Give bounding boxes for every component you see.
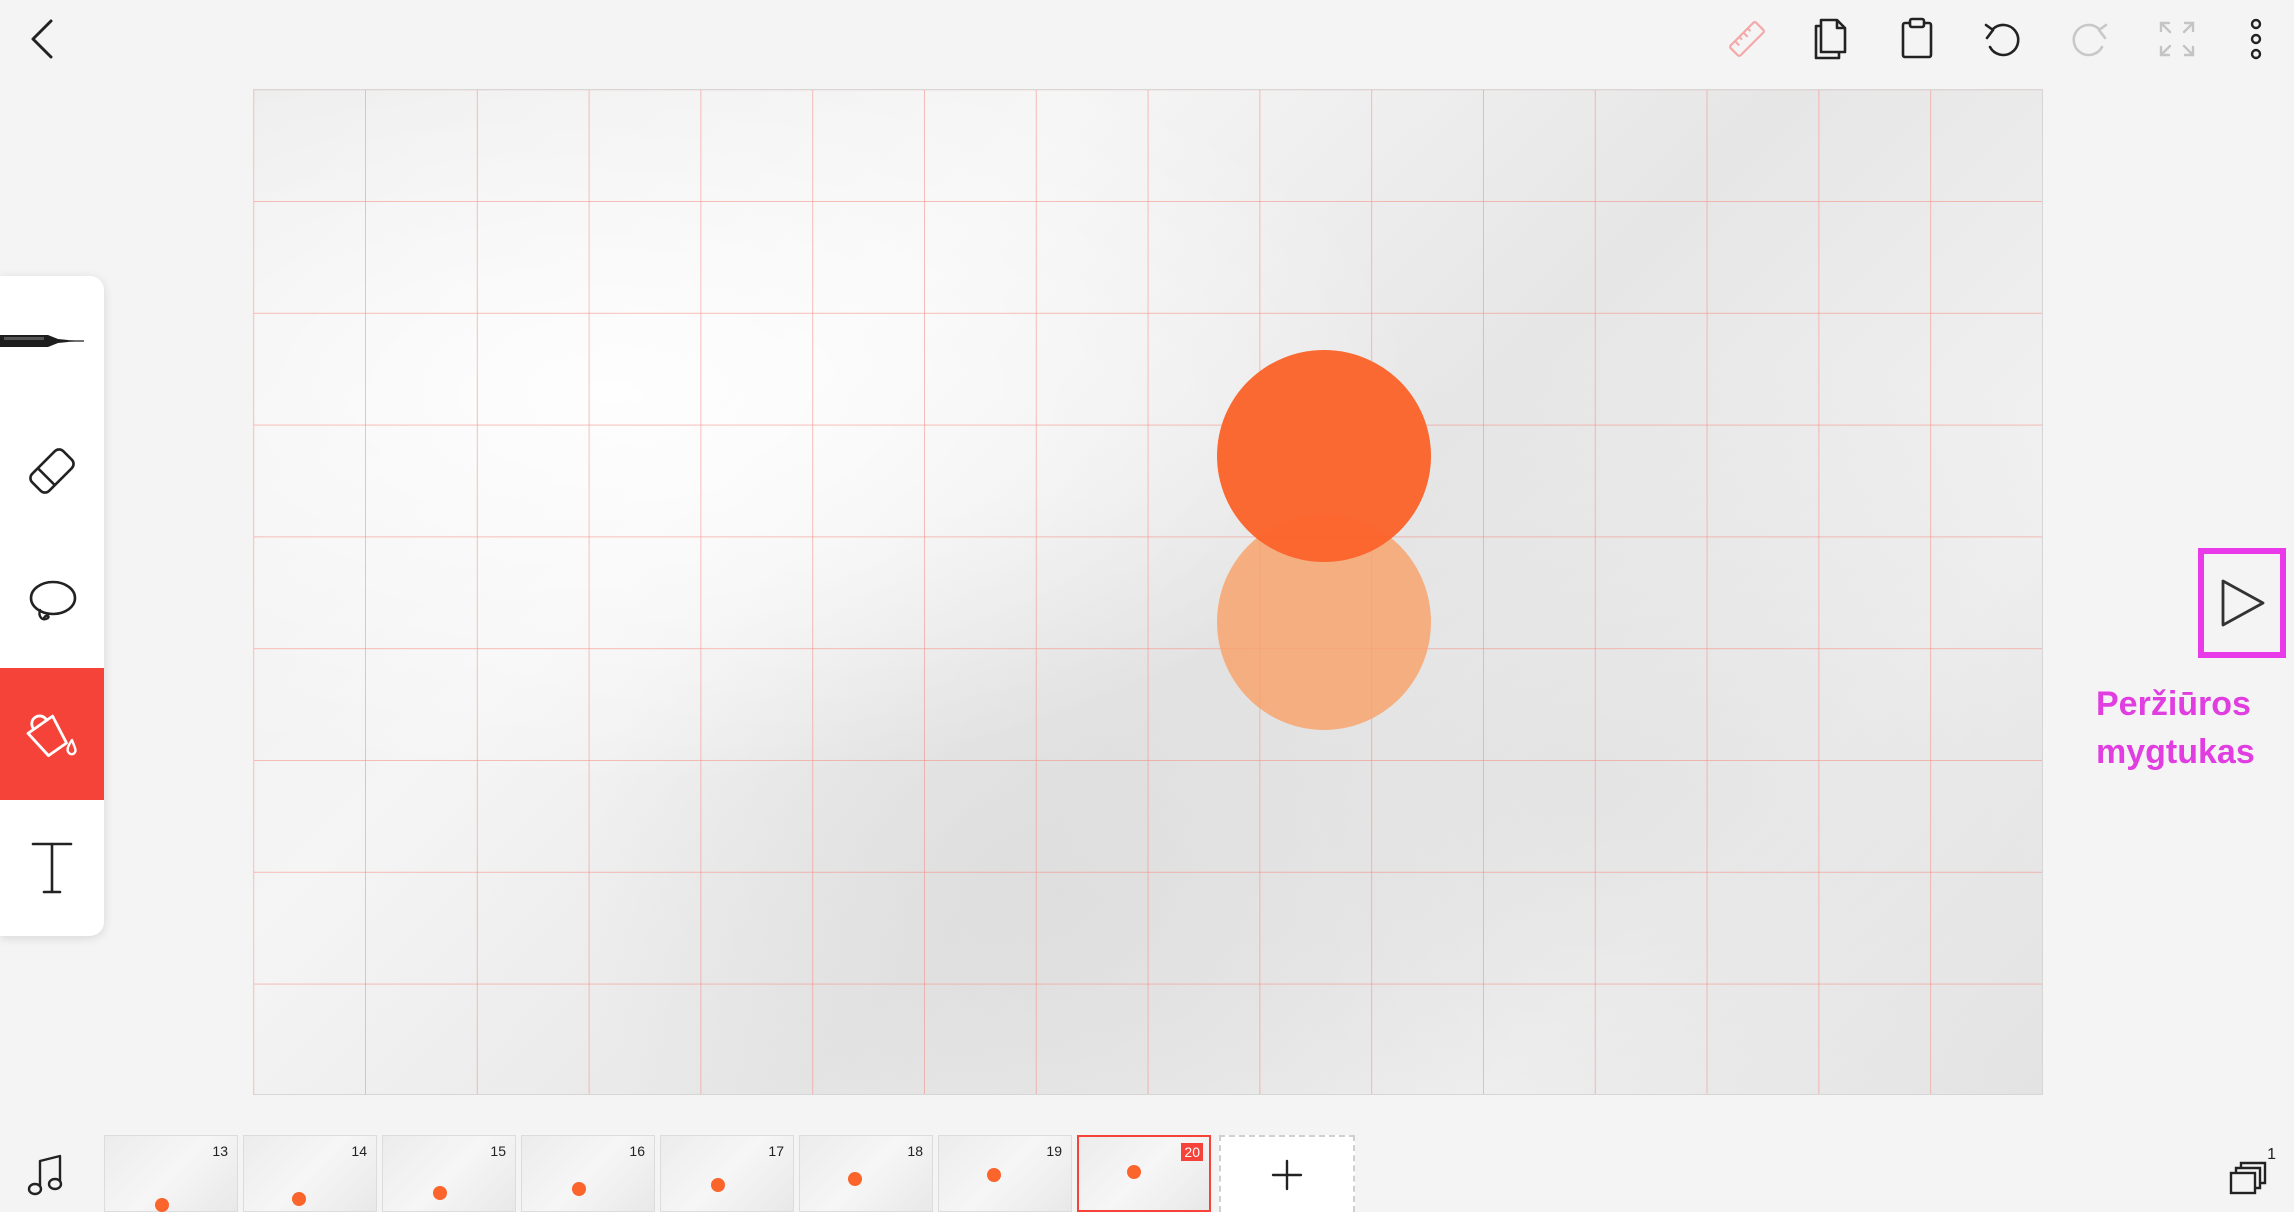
preview-annotation-line2: mygtukas — [2096, 733, 2255, 771]
frame-number: 20 — [1181, 1143, 1203, 1161]
play-icon — [2221, 579, 2265, 627]
pen-tool-icon — [0, 335, 84, 347]
preview-play-button[interactable] — [2198, 548, 2286, 658]
paste-button[interactable] — [1892, 12, 1942, 64]
frame-thumbnail[interactable]: 17 — [660, 1135, 794, 1212]
frame-number: 16 — [629, 1143, 645, 1159]
frame-ball-thumbnail — [155, 1198, 169, 1212]
frame-ball-thumbnail — [572, 1182, 586, 1196]
text-tool-button[interactable] — [0, 800, 104, 936]
layers-button[interactable]: 1 — [2222, 1146, 2278, 1204]
fullscreen-icon — [2159, 21, 2195, 57]
top-toolbar — [0, 0, 2294, 80]
music-note-icon — [27, 1154, 63, 1196]
lasso-icon — [29, 580, 77, 621]
canvas-grid — [254, 90, 2042, 1094]
ruler-icon — [1729, 21, 1765, 57]
frame-thumbnail[interactable]: 19 — [938, 1135, 1072, 1212]
frame-ball-thumbnail — [1127, 1165, 1141, 1179]
frame-number: 13 — [212, 1143, 228, 1159]
copy-frame-button[interactable] — [1806, 12, 1856, 64]
frame-ball-thumbnail — [292, 1192, 306, 1206]
frame-number: 15 — [490, 1143, 506, 1159]
preview-annotation-line1: Peržiūros — [2096, 685, 2251, 723]
frame-ball-thumbnail — [711, 1178, 725, 1192]
frame-ball-thumbnail — [987, 1168, 1001, 1182]
tools-panel — [0, 276, 104, 936]
text-tool-icon — [31, 842, 73, 894]
redo-button[interactable] — [2064, 14, 2114, 64]
frame-thumbnail[interactable]: 18 — [799, 1135, 933, 1212]
fill-bucket-icon — [26, 714, 77, 758]
more-menu-button[interactable] — [2236, 12, 2276, 66]
drawing-canvas[interactable] — [253, 89, 2043, 1095]
redo-icon — [2072, 23, 2108, 57]
chevron-left-icon — [31, 19, 53, 59]
fullscreen-button[interactable] — [2152, 14, 2202, 64]
frame-thumbnail[interactable]: 20 — [1077, 1135, 1211, 1212]
sound-button[interactable] — [22, 1150, 70, 1202]
frame-number: 17 — [768, 1143, 784, 1159]
ball-shape[interactable] — [1217, 350, 1431, 562]
frame-ball-thumbnail — [433, 1186, 447, 1200]
more-vertical-icon — [2250, 18, 2262, 60]
paste-icon — [1901, 17, 1933, 59]
eraser-icon — [29, 448, 75, 494]
lasso-tool-button[interactable] — [0, 536, 104, 668]
add-frame-button[interactable] — [1219, 1135, 1355, 1212]
eraser-tool-button[interactable] — [0, 406, 104, 536]
preview-annotation: Peržiūros mygtukas — [2096, 680, 2286, 776]
frame-thumbnail[interactable]: 16 — [521, 1135, 655, 1212]
layers-count: 1 — [2267, 1146, 2276, 1163]
frames-timeline: 20 19 18 17 16 15 14 13 — [104, 1135, 1355, 1212]
frame-number: 19 — [1046, 1143, 1062, 1159]
plus-icon — [1271, 1159, 1303, 1190]
frame-ball-thumbnail — [848, 1172, 862, 1186]
frame-number: 14 — [351, 1143, 367, 1159]
frame-thumbnail[interactable]: 15 — [382, 1135, 516, 1212]
pen-tool-button[interactable] — [0, 276, 104, 406]
frame-thumbnail[interactable]: 14 — [243, 1135, 377, 1212]
ruler-button[interactable] — [1722, 14, 1772, 64]
fill-tool-button[interactable] — [0, 668, 104, 800]
back-button[interactable] — [20, 14, 64, 64]
frame-number: 18 — [907, 1143, 923, 1159]
copy-frame-icon — [1814, 18, 1847, 60]
undo-button[interactable] — [1978, 14, 2028, 64]
frame-thumbnail[interactable]: 13 — [104, 1135, 238, 1212]
undo-icon — [1984, 23, 2020, 57]
